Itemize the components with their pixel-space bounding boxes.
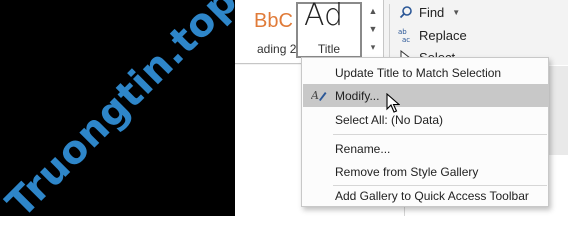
gallery-scroll[interactable]: ▲ ▼ ▾ (366, 2, 380, 60)
menu-item-select-all[interactable]: Select All: (No Data) (303, 108, 548, 131)
svg-text:ab: ab (398, 28, 407, 36)
style-heading2-name: ading 2 (257, 42, 297, 56)
style-title[interactable]: Ad Title (296, 0, 362, 58)
gallery-scroll-up-icon[interactable]: ▲ (366, 2, 380, 20)
gallery-scroll-down-icon[interactable]: ▼ (366, 20, 380, 38)
svg-text:ac: ac (402, 36, 410, 43)
menu-item-modify[interactable]: A Modify... (303, 84, 548, 107)
chevron-down-icon: ▼ (452, 7, 461, 17)
replace-icon: ab ac (398, 27, 414, 43)
menu-item-remove-from-gallery[interactable]: Remove from Style Gallery (303, 160, 548, 183)
menu-item-label: Rename... (335, 141, 391, 156)
modify-style-icon: A (310, 87, 327, 103)
menu-item-add-to-qat[interactable]: Add Gallery to Quick Access Toolbar (303, 184, 548, 207)
find-label: Find (419, 4, 445, 20)
style-title-sample: Ad (304, 0, 344, 33)
style-title-name: Title (317, 42, 341, 56)
menu-item-label: Add Gallery to Quick Access Toolbar (335, 188, 529, 203)
ribbon-separator (389, 4, 390, 62)
mouse-cursor-icon (386, 93, 400, 113)
menu-item-label: Modify... (335, 88, 380, 103)
style-context-menu: Update Title to Match Selection A Modify… (301, 57, 549, 207)
style-heading2-sample: BbC (254, 10, 293, 32)
search-icon (398, 4, 414, 20)
replace-button[interactable]: ab ac Replace (398, 27, 467, 44)
svg-text:A: A (311, 89, 319, 102)
style-heading2[interactable]: BbC ading 2 (244, 0, 296, 63)
menu-item-label: Remove from Style Gallery (335, 164, 479, 179)
menu-separator (333, 134, 547, 135)
menu-item-update-title[interactable]: Update Title to Match Selection (303, 61, 548, 84)
replace-label: Replace (419, 27, 467, 43)
menu-item-label: Select All: (No Data) (335, 112, 444, 127)
menu-item-label: Update Title to Match Selection (335, 65, 502, 80)
gallery-more-icon[interactable]: ▾ (366, 38, 380, 56)
find-button[interactable]: Find ▼ (398, 4, 460, 20)
menu-item-rename[interactable]: Rename... (303, 137, 548, 160)
